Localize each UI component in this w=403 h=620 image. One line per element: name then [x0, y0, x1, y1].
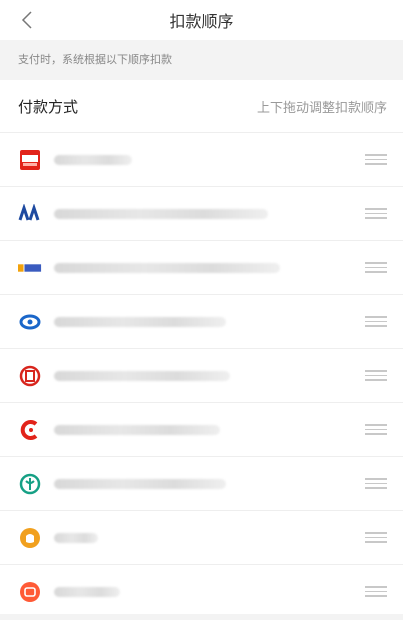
drag-handle[interactable] — [365, 478, 387, 489]
payment-method-row[interactable] — [0, 511, 403, 565]
baitiao-icon — [18, 148, 42, 172]
wallet-icon — [18, 580, 42, 604]
icbc-icon — [18, 364, 42, 388]
drag-handle[interactable] — [365, 424, 387, 435]
ccb-c-icon — [18, 418, 42, 442]
coin-pouch-icon — [18, 526, 42, 550]
payment-methods-header: 付款方式 上下拖动调整扣款顺序 — [0, 80, 403, 133]
abc-icon — [18, 472, 42, 496]
drag-handle[interactable] — [365, 154, 387, 165]
payment-method-row[interactable] — [0, 565, 403, 619]
blurred-text — [54, 424, 220, 435]
bottom-spacer — [0, 614, 403, 620]
blurred-text — [54, 478, 226, 489]
blurred-text — [54, 262, 280, 273]
drag-handle[interactable] — [365, 262, 387, 273]
swirl-bank-icon — [18, 310, 42, 334]
payment-method-row[interactable] — [0, 133, 403, 187]
bank-logo-icon — [18, 256, 42, 280]
payment-order-hint: 支付时，系统根据以下顺序扣款 — [0, 40, 403, 80]
page-title: 扣款顺序 — [169, 12, 234, 31]
payment-method-row[interactable] — [0, 457, 403, 511]
blurred-text — [54, 208, 268, 219]
payment-methods-title: 付款方式 — [18, 97, 79, 116]
payment-method-row[interactable] — [0, 187, 403, 241]
drag-handle[interactable] — [365, 208, 387, 219]
pufa-bank-icon — [18, 202, 42, 226]
payment-method-row[interactable] — [0, 403, 403, 457]
payment-method-row[interactable] — [0, 349, 403, 403]
payment-method-list — [0, 133, 403, 619]
drag-handle[interactable] — [365, 586, 387, 597]
blurred-text — [54, 586, 120, 597]
drag-handle[interactable] — [365, 532, 387, 543]
blurred-text — [54, 154, 132, 165]
payment-method-row[interactable] — [0, 295, 403, 349]
payment-method-row[interactable] — [0, 241, 403, 295]
drag-tip: 上下拖动调整扣款顺序 — [256, 100, 387, 116]
blurred-text — [54, 316, 226, 327]
blurred-text — [54, 532, 98, 543]
drag-handle[interactable] — [365, 316, 387, 327]
blurred-text — [54, 370, 230, 381]
drag-handle[interactable] — [365, 370, 387, 381]
nav-bar: 扣款顺序 — [0, 0, 403, 40]
